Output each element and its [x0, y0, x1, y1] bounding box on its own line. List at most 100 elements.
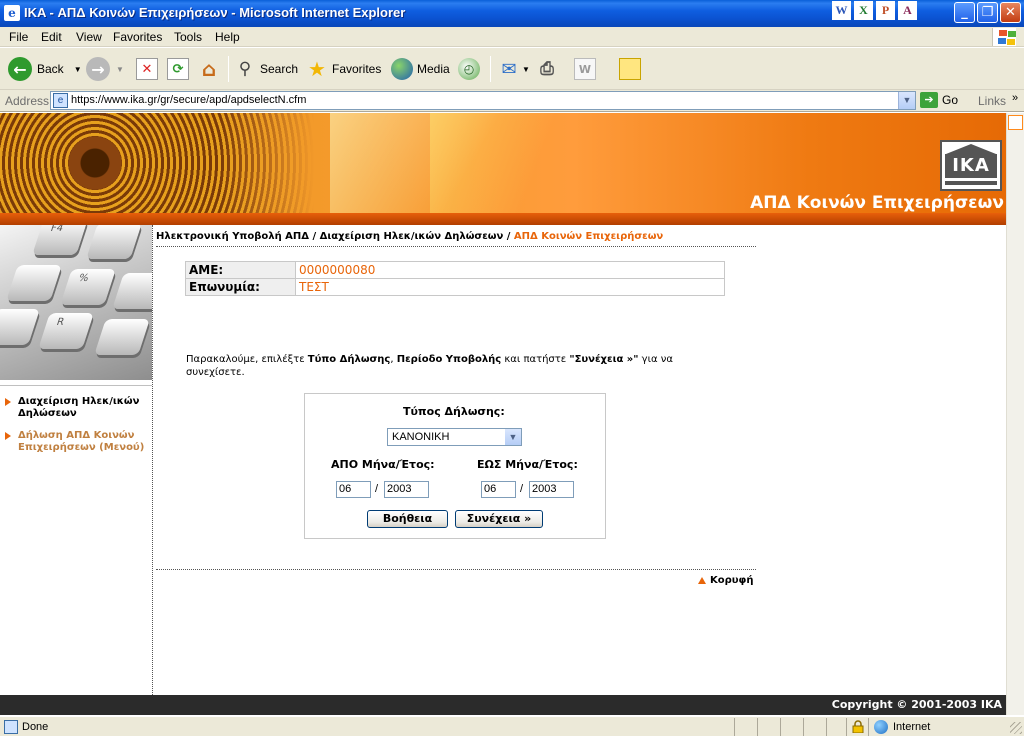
- print-icon: ⎙: [540, 59, 554, 79]
- word-icon[interactable]: W: [832, 1, 851, 20]
- minimize-button[interactable]: _: [954, 2, 975, 23]
- keyboard-key: [112, 273, 152, 309]
- access-icon[interactable]: A: [898, 1, 917, 20]
- search-icon: ⚲: [238, 59, 252, 79]
- from-year-input[interactable]: 2003: [384, 481, 429, 498]
- links-button[interactable]: Links: [978, 94, 1006, 108]
- breadcrumb-link[interactable]: Ηλεκτρονική Υποβολή ΑΠΔ: [156, 231, 309, 242]
- type-select[interactable]: ΚΑΝΟΝΙΚΗ ▼: [387, 428, 522, 446]
- ika-logo[interactable]: ΙΚΑ: [940, 140, 1002, 191]
- menu-tools[interactable]: Tools: [174, 30, 202, 44]
- instruction-bold: Περίοδο Υποβολής: [396, 354, 502, 365]
- to-top-label: Κορυφή: [710, 575, 754, 586]
- instruction-bold: Τύπο Δήλωσης: [307, 354, 391, 365]
- keyboard-image: F4 % R: [0, 225, 152, 380]
- keyboard-key: [0, 309, 40, 345]
- to-year-input[interactable]: 2003: [529, 481, 574, 498]
- note-icon: [619, 58, 641, 80]
- menu-bar: File Edit View Favorites Tools Help: [0, 27, 1024, 47]
- page-content: ΙΚΑ ΑΠΔ Κοινών Επιχειρήσεων F4 % R Διαχε…: [0, 113, 1006, 715]
- divider: [156, 246, 756, 247]
- back-label: Back: [37, 62, 64, 76]
- ame-value: 0000000080: [295, 261, 725, 279]
- powerpoint-icon[interactable]: P: [876, 1, 895, 20]
- media-icon: [391, 58, 413, 80]
- chevron-down-icon: ▼: [116, 64, 124, 74]
- breadcrumb: Ηλεκτρονική Υποβολή ΑΠΔ / Διαχείριση Ηλε…: [156, 231, 664, 242]
- page-icon: e: [53, 93, 68, 108]
- employer-info-table: ΑΜΕ: 0000000080 Επωνυμία: ΤΕΣΤ: [185, 261, 725, 296]
- chevron-down-icon: ▼: [73, 64, 82, 74]
- mail-button[interactable]: ✉ ▼: [498, 55, 529, 83]
- excel-icon[interactable]: X: [854, 1, 873, 20]
- date-separator: /: [375, 483, 379, 495]
- favorites-button[interactable]: ★ Favorites: [306, 55, 381, 83]
- forward-arrow-icon: →: [86, 57, 110, 81]
- go-label: Go: [942, 93, 959, 107]
- to-label: ΕΩΣ Μήνα/Έτος:: [477, 458, 578, 471]
- keyboard-key: [6, 265, 62, 301]
- instructions-text: Παρακαλούμε, επιλέξτε Τύπο Δήλωσης, Περί…: [186, 353, 731, 379]
- keyboard-key: R: [38, 313, 94, 349]
- back-arrow-icon: ←: [8, 57, 32, 81]
- logo-text: ΙΚΑ: [945, 154, 997, 178]
- sidebar-item-label: Διαχείριση Ηλεκ/ικών Δηλώσεων: [18, 396, 140, 419]
- status-bar: Done Internet: [0, 716, 1024, 736]
- keyboard-key: %: [60, 269, 116, 305]
- continue-button[interactable]: Συνέχεια »: [455, 510, 543, 528]
- menu-help[interactable]: Help: [215, 30, 240, 44]
- header-banner: ΙΚΑ ΑΠΔ Κοινών Επιχειρήσεων: [0, 113, 1006, 225]
- edit-page-icon: W: [574, 58, 596, 80]
- to-top-link[interactable]: Κορυφή: [698, 575, 753, 586]
- home-button[interactable]: ⌂: [198, 55, 220, 83]
- help-button[interactable]: Βοήθεια: [367, 510, 448, 528]
- address-url: https://www.ika.gr/gr/secure/apd/apdsele…: [71, 94, 307, 106]
- status-cell: [757, 718, 758, 736]
- bullet-arrow-icon: [5, 398, 11, 406]
- messenger-button[interactable]: [619, 55, 641, 83]
- stop-button[interactable]: ✕: [136, 55, 158, 83]
- history-button[interactable]: ◴: [458, 55, 480, 83]
- vertical-scrollbar[interactable]: [1006, 113, 1024, 715]
- print-button[interactable]: ⎙: [536, 55, 558, 83]
- to-month-input[interactable]: 06: [481, 481, 516, 498]
- keyboard-key: F4: [32, 225, 88, 255]
- banner-light: [430, 113, 570, 225]
- forward-button[interactable]: → ▼: [86, 55, 124, 83]
- status-cell: [868, 718, 869, 736]
- address-input[interactable]: e https://www.ika.gr/gr/secure/apd/apdse…: [50, 91, 916, 110]
- menu-edit[interactable]: Edit: [41, 30, 62, 44]
- address-dropdown-icon[interactable]: ▼: [898, 92, 915, 109]
- name-value: ΤΕΣΤ: [295, 278, 725, 296]
- go-button[interactable]: ➔ Go: [920, 92, 958, 108]
- keyboard-key: [86, 225, 142, 259]
- menu-favorites[interactable]: Favorites: [113, 30, 162, 44]
- sidebar-menu: Διαχείριση Ηλεκ/ικών Δηλώσεων Δήλωση ΑΠΔ…: [0, 385, 152, 462]
- breadcrumb-link[interactable]: Διαχείριση Ηλεκ/ικών Δηλώσεων: [320, 231, 504, 242]
- resize-grip-icon[interactable]: [1010, 722, 1022, 734]
- from-month-input[interactable]: 06: [336, 481, 371, 498]
- chevron-right-icon[interactable]: »: [1012, 92, 1018, 104]
- close-button[interactable]: ✕: [1000, 2, 1021, 23]
- instruction-text: Παρακαλούμε, επιλέξτε: [186, 354, 308, 365]
- menu-file[interactable]: File: [9, 30, 28, 44]
- sidebar-item-management[interactable]: Διαχείριση Ηλεκ/ικών Δηλώσεων: [0, 394, 152, 428]
- media-button[interactable]: Media: [391, 55, 450, 83]
- banner-title: ΑΠΔ Κοινών Επιχειρήσεων: [750, 193, 1004, 213]
- footer: Copyright © 2001-2003 IKA: [0, 695, 1006, 715]
- search-button[interactable]: ⚲ Search: [234, 55, 298, 83]
- sidebar-item-apd-menu[interactable]: Δήλωση ΑΠΔ Κοινών Επιχειρήσεων (Μενού): [0, 428, 152, 462]
- chevron-down-icon[interactable]: ▼: [505, 429, 521, 445]
- status-text: Done: [22, 721, 49, 733]
- ame-label: ΑΜΕ:: [185, 261, 296, 279]
- edit-button[interactable]: W: [574, 55, 596, 83]
- banner-stripe: [0, 213, 1006, 225]
- back-button[interactable]: ← Back ▼: [8, 55, 82, 83]
- menu-view[interactable]: View: [76, 30, 102, 44]
- maximize-button[interactable]: ❐: [977, 2, 998, 23]
- home-icon: ⌂: [201, 57, 217, 81]
- bullet-arrow-icon: [5, 432, 11, 440]
- from-label: ΑΠΟ Μήνα/Έτος:: [331, 458, 435, 471]
- refresh-button[interactable]: ⟳: [167, 55, 189, 83]
- toolbar-separator: [490, 56, 491, 82]
